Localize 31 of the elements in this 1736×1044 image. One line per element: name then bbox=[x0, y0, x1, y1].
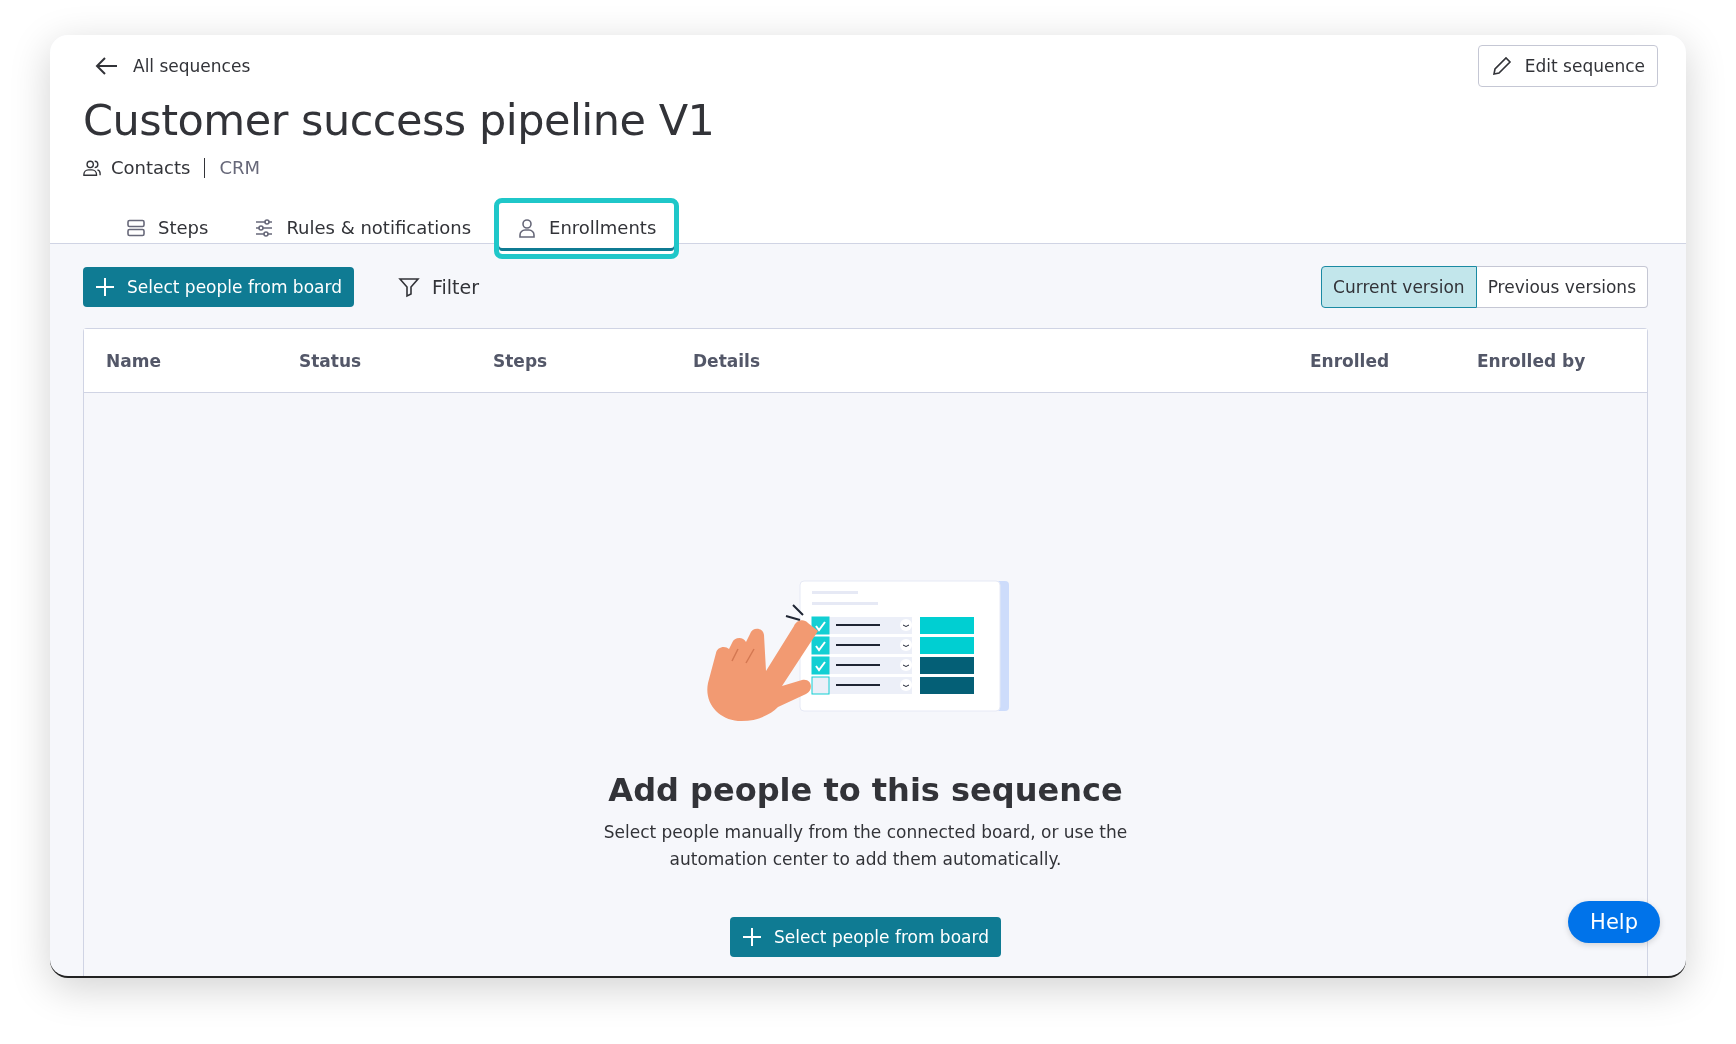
version-toggle[interactable]: Previous versions bbox=[1476, 266, 1648, 308]
column-header: Steps bbox=[493, 350, 549, 371]
plus-icon bbox=[742, 927, 763, 947]
empty-state-heading: Add people to this sequence bbox=[608, 771, 1123, 809]
board-name: Contacts bbox=[111, 157, 191, 178]
page-title: Customer success pipeline V1 bbox=[83, 95, 716, 145]
select-people-button[interactable]: Select people from board bbox=[730, 917, 1001, 957]
column-header: Enrolled by bbox=[1477, 350, 1587, 371]
version-toggle[interactable]: Current version bbox=[1321, 266, 1477, 308]
filter-button[interactable]: Filter bbox=[393, 268, 483, 306]
pencil-icon bbox=[1490, 55, 1513, 77]
back-link[interactable]: All sequences bbox=[95, 52, 251, 80]
help-button[interactable]: Help bbox=[1568, 901, 1660, 943]
column-header: Details bbox=[693, 350, 761, 371]
edit-sequence-button[interactable]: Edit sequence bbox=[1477, 45, 1658, 87]
column-header: Enrolled bbox=[1310, 350, 1391, 371]
people-icon bbox=[83, 158, 101, 177]
workspace-name: CRM bbox=[219, 157, 261, 178]
column-header: Status bbox=[299, 350, 363, 371]
empty-state-description: Select people manually from the connected board, or use the automation center to add them automatically. bbox=[602, 821, 1129, 871]
column-header: Name bbox=[106, 350, 162, 371]
filter-icon bbox=[397, 276, 420, 298]
rows-icon bbox=[126, 217, 146, 238]
back-arrow-icon bbox=[95, 56, 119, 76]
tab[interactable]: Steps bbox=[103, 198, 232, 259]
tab[interactable]: Rules & notifications bbox=[231, 198, 494, 259]
tab[interactable]: Enrollments bbox=[494, 198, 680, 259]
person-icon bbox=[517, 217, 537, 238]
sliders-icon bbox=[254, 217, 275, 238]
select-people-button[interactable]: Select people from board bbox=[83, 267, 354, 307]
plus-icon bbox=[95, 277, 115, 297]
